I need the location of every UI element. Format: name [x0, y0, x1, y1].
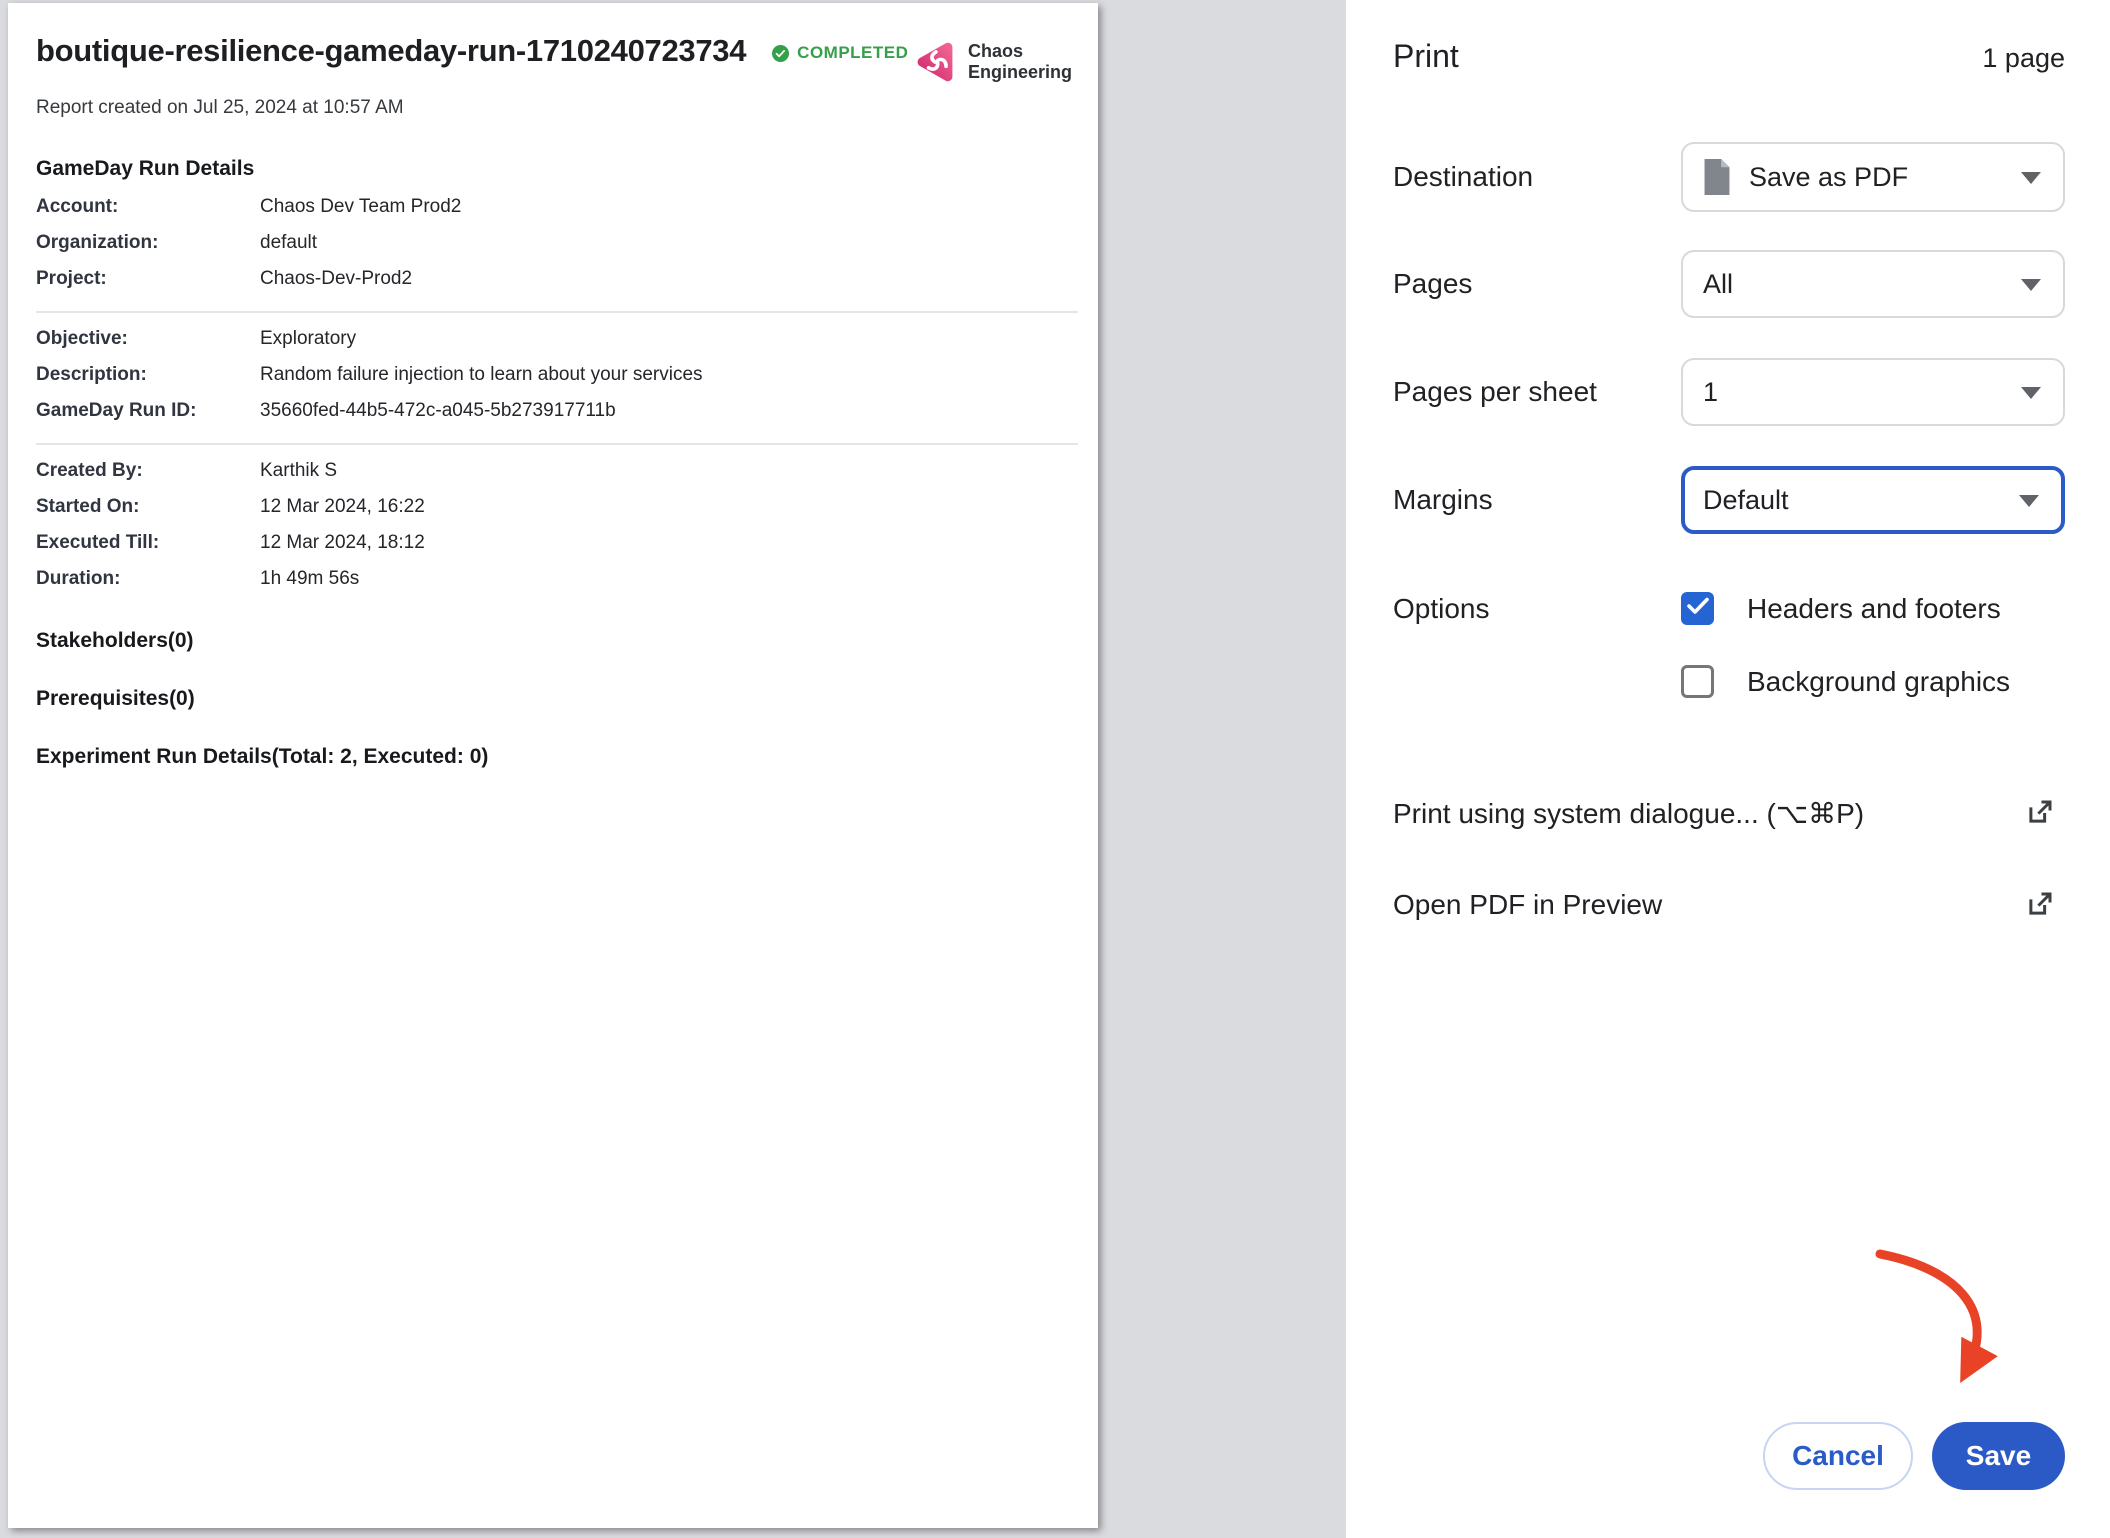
detail-row: Objective: Exploratory: [36, 328, 1078, 349]
details-group-3: Created By: Karthik S Started On: 12 Mar…: [36, 460, 1078, 589]
status-badge: COMPLETED: [772, 43, 908, 63]
details-group-2: Objective: Exploratory Description: Rand…: [36, 328, 1078, 421]
pages-label: Pages: [1393, 250, 1472, 318]
section-divider: [36, 443, 1078, 445]
section-heading-gameday-run-details: GameDay Run Details: [36, 157, 1078, 181]
report-page-preview: boutique-resilience-gameday-run-17102407…: [8, 3, 1098, 1528]
cancel-button[interactable]: Cancel: [1763, 1422, 1913, 1490]
detail-row: Account: Chaos Dev Team Prod2: [36, 196, 1078, 217]
stakeholders-heading: Stakeholders(0): [36, 629, 1078, 653]
destination-label: Destination: [1393, 142, 1533, 212]
logo-text: Chaos Engineering: [968, 41, 1072, 83]
detail-row: Project: Chaos-Dev-Prod2: [36, 268, 1078, 289]
prerequisites-heading: Prerequisites(0): [36, 687, 1078, 711]
options-label: Options: [1393, 592, 1490, 625]
margins-value: Default: [1703, 485, 1789, 516]
pages-per-sheet-dropdown[interactable]: 1: [1681, 358, 2065, 426]
section-divider: [36, 311, 1078, 313]
detail-row: Executed Till: 12 Mar 2024, 18:12: [36, 532, 1078, 553]
details-group-1: Account: Chaos Dev Team Prod2 Organizati…: [36, 196, 1078, 289]
report-created-line: Report created on Jul 25, 2024 at 10:57 …: [36, 97, 1078, 119]
print-system-dialog-link[interactable]: Print using system dialogue... (⌥⌘P): [1393, 790, 2065, 836]
detail-row: Description: Random failure injection to…: [36, 364, 1078, 385]
pages-per-sheet-value: 1: [1703, 377, 1718, 408]
panel-title: Print: [1393, 38, 1459, 75]
report-header: boutique-resilience-gameday-run-17102407…: [36, 33, 1078, 85]
chevron-down-icon: [2021, 387, 2041, 399]
save-button[interactable]: Save: [1932, 1422, 2065, 1490]
external-link-icon: [2024, 798, 2054, 828]
pages-dropdown[interactable]: All: [1681, 250, 2065, 318]
status-text: COMPLETED: [797, 43, 908, 63]
detail-row: Started On: 12 Mar 2024, 16:22: [36, 496, 1078, 517]
background-graphics-label: Background graphics: [1747, 665, 2010, 698]
checkmark-icon: [1687, 597, 1709, 615]
chevron-down-icon: [2019, 495, 2039, 507]
detail-row: Created By: Karthik S: [36, 460, 1078, 481]
check-circle-icon: [772, 45, 789, 62]
report-title: boutique-resilience-gameday-run-17102407…: [36, 33, 746, 69]
print-preview-area: boutique-resilience-gameday-run-17102407…: [0, 0, 1346, 1538]
print-settings-panel: Print 1 page Destination Save as PDF Pag…: [1346, 0, 2110, 1538]
chaos-engineering-logo: Chaos Engineering: [913, 39, 1072, 85]
headers-and-footers-label: Headers and footers: [1747, 592, 2001, 625]
panel-header: Print 1 page: [1393, 38, 2065, 75]
chevron-down-icon: [2021, 279, 2041, 291]
dialog-buttons: Cancel Save: [1763, 1422, 2065, 1490]
detail-row: GameDay Run ID: 35660fed-44b5-472c-a045-…: [36, 400, 1078, 421]
external-link-icon: [2024, 890, 2054, 920]
pdf-file-icon: [1703, 159, 1731, 195]
detail-row: Duration: 1h 49m 56s: [36, 568, 1078, 589]
open-pdf-in-preview-link[interactable]: Open PDF in Preview: [1393, 882, 2065, 928]
destination-dropdown[interactable]: Save as PDF: [1681, 142, 2065, 212]
margins-dropdown[interactable]: Default: [1681, 466, 2065, 534]
chevron-down-icon: [2021, 172, 2041, 184]
pages-per-sheet-label: Pages per sheet: [1393, 358, 1597, 426]
chaos-engineering-logo-icon: [913, 39, 957, 85]
print-dialog-screen: boutique-resilience-gameday-run-17102407…: [0, 0, 2110, 1538]
background-graphics-checkbox[interactable]: [1681, 665, 1714, 698]
detail-row: Organization: default: [36, 232, 1078, 253]
destination-value: Save as PDF: [1749, 162, 1908, 193]
margins-label: Margins: [1393, 466, 1493, 534]
headers-and-footers-checkbox[interactable]: [1681, 592, 1714, 625]
page-count: 1 page: [1982, 43, 2065, 74]
experiment-run-details-heading: Experiment Run Details(Total: 2, Execute…: [36, 745, 1078, 769]
pages-value: All: [1703, 269, 1733, 300]
